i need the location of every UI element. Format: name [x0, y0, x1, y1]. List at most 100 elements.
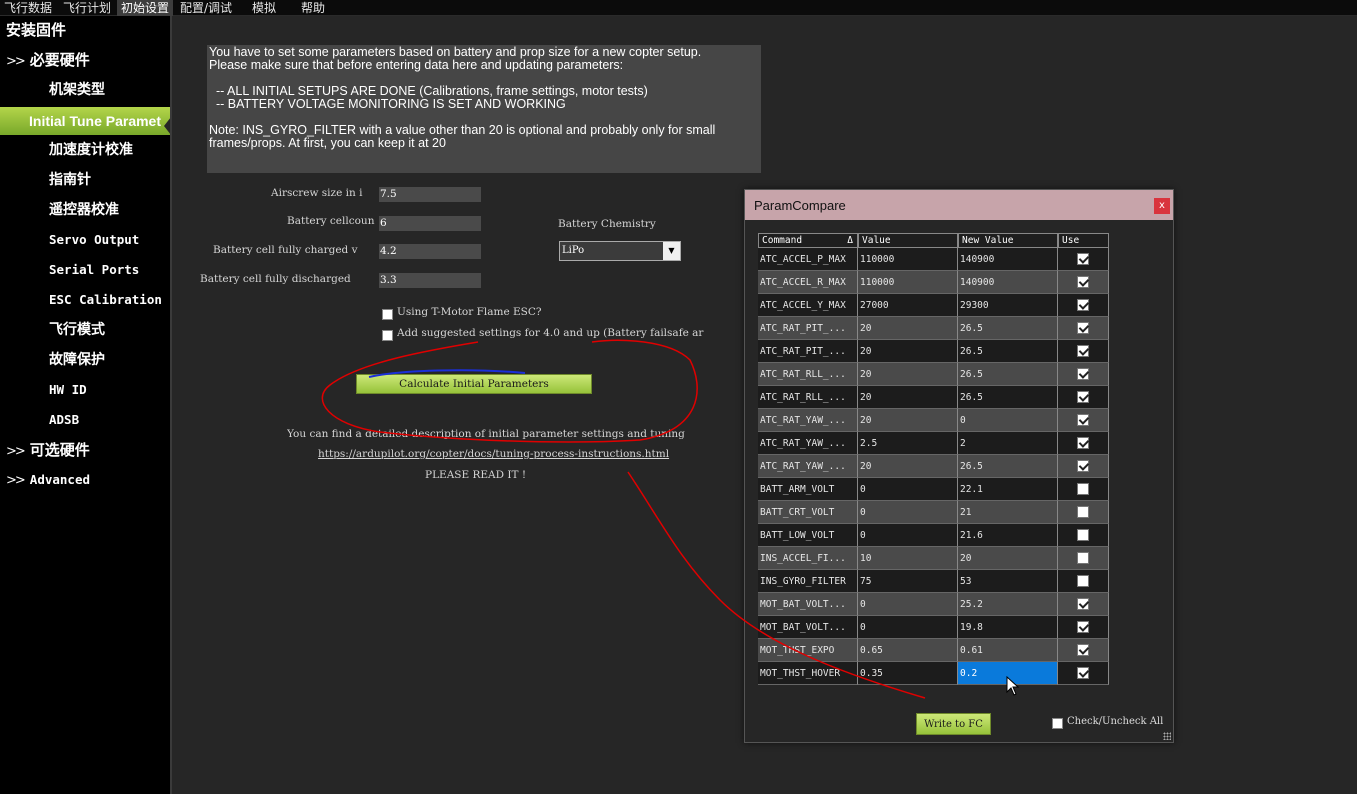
cell-new-value[interactable]: 140900 — [958, 271, 1058, 294]
cell-new-value[interactable]: 26.5 — [958, 455, 1058, 478]
sidebar-item-compass[interactable]: 指南针 — [0, 166, 170, 194]
tmotor-checkbox[interactable] — [382, 309, 393, 320]
use-checkbox[interactable] — [1077, 644, 1089, 656]
chevron-double-right-icon: >> — [6, 444, 26, 459]
use-checkbox[interactable] — [1077, 552, 1089, 564]
sidebar-item-serial-ports[interactable]: Serial Ports — [0, 256, 170, 284]
charged-voltage-input[interactable]: 4.2 — [379, 244, 481, 259]
cell-new-value[interactable]: 0 — [958, 409, 1058, 432]
use-checkbox[interactable] — [1077, 322, 1089, 334]
cell-value: 110000 — [858, 271, 958, 294]
use-checkbox[interactable] — [1077, 529, 1089, 541]
use-checkbox[interactable] — [1077, 276, 1089, 288]
cell-new-value[interactable]: 29300 — [958, 294, 1058, 317]
tuning-instructions-link[interactable]: https://ardupilot.org/copter/docs/tuning… — [318, 448, 669, 460]
sidebar-item-optional-hardware[interactable]: >> 可选硬件 — [0, 436, 170, 464]
cell-new-value[interactable]: 0.61 — [958, 639, 1058, 662]
column-header-new-value[interactable]: New Value — [958, 233, 1058, 248]
cell-new-value[interactable]: 22.1 — [958, 478, 1058, 501]
airscrew-input[interactable]: 7.5 — [379, 187, 481, 202]
sidebar-item-failsafe[interactable]: 故障保护 — [0, 346, 170, 374]
menu-simulation[interactable]: 模拟 — [248, 0, 280, 16]
cell-use — [1058, 409, 1109, 432]
resize-grip-icon[interactable] — [1163, 732, 1171, 740]
use-checkbox[interactable] — [1077, 253, 1089, 265]
sidebar-item-flight-modes[interactable]: 飞行模式 — [0, 316, 170, 344]
sidebar-item-install-firmware[interactable]: 安装固件 — [0, 16, 170, 44]
menu-flight-data[interactable]: 飞行数据 — [0, 0, 56, 16]
cell-new-value[interactable]: 26.5 — [958, 317, 1058, 340]
sidebar-item-advanced[interactable]: >> Advanced — [0, 466, 170, 494]
column-header-use[interactable]: Use — [1058, 233, 1109, 248]
calculate-parameters-button[interactable]: Calculate Initial Parameters — [356, 374, 592, 394]
sidebar-item-frame-type[interactable]: 机架类型 — [0, 76, 170, 104]
use-checkbox[interactable] — [1077, 299, 1089, 311]
use-checkbox[interactable] — [1077, 575, 1089, 587]
use-checkbox[interactable] — [1077, 483, 1089, 495]
setup-instructions: You have to set some parameters based on… — [207, 45, 761, 173]
cellcount-input[interactable]: 6 — [379, 216, 481, 231]
tmotor-label: Using T-Motor Flame ESC? — [397, 306, 542, 318]
use-checkbox[interactable] — [1077, 368, 1089, 380]
cell-command: ATC_ACCEL_P_MAX — [758, 248, 858, 271]
cell-use — [1058, 593, 1109, 616]
sidebar-item-adsb[interactable]: ADSB — [0, 406, 170, 434]
use-checkbox[interactable] — [1077, 598, 1089, 610]
cell-new-value[interactable]: 26.5 — [958, 340, 1058, 363]
cell-command: BATT_ARM_VOLT — [758, 478, 858, 501]
column-header-value[interactable]: Value — [858, 233, 958, 248]
sidebar-item-label: 加速度计校准 — [49, 142, 133, 158]
cell-command: MOT_THST_EXPO — [758, 639, 858, 662]
use-checkbox[interactable] — [1077, 621, 1089, 633]
use-checkbox[interactable] — [1077, 391, 1089, 403]
dropdown-arrow-icon[interactable]: ▼ — [663, 242, 680, 260]
check-all-checkbox[interactable] — [1052, 718, 1063, 729]
use-checkbox[interactable] — [1077, 506, 1089, 518]
sidebar-divider — [170, 16, 172, 794]
cell-command: MOT_BAT_VOLT... — [758, 593, 858, 616]
use-checkbox[interactable] — [1077, 345, 1089, 357]
cellcount-label: Battery cellcoun — [287, 215, 375, 227]
use-checkbox[interactable] — [1077, 460, 1089, 472]
menu-flight-plan[interactable]: 飞行计划 — [59, 0, 115, 16]
suggested-settings-checkbox[interactable] — [382, 330, 393, 341]
discharged-voltage-input[interactable]: 3.3 — [379, 273, 481, 288]
cell-command: MOT_BAT_VOLT... — [758, 616, 858, 639]
sidebar-item-esc-calibration[interactable]: ESC Calibration — [0, 286, 170, 314]
sidebar-item-mandatory-hardware[interactable]: >> 必要硬件 — [0, 46, 170, 74]
cell-new-value[interactable]: 21 — [958, 501, 1058, 524]
battery-chemistry-select[interactable]: LiPo ▼ — [559, 241, 681, 261]
use-checkbox[interactable] — [1077, 437, 1089, 449]
cell-value: 0 — [858, 524, 958, 547]
menu-help[interactable]: 帮助 — [297, 0, 329, 16]
cell-new-value[interactable]: 53 — [958, 570, 1058, 593]
cell-command: ATC_RAT_RLL_... — [758, 363, 858, 386]
write-to-fc-button[interactable]: Write to FC — [916, 713, 991, 735]
menu-initial-setup[interactable]: 初始设置 — [117, 0, 174, 16]
cell-use — [1058, 478, 1109, 501]
column-header-command[interactable]: Command Δ — [758, 233, 858, 248]
sidebar-item-servo-output[interactable]: Servo Output — [0, 226, 170, 254]
cell-value: 20 — [858, 409, 958, 432]
discharged-voltage-label: Battery cell fully discharged — [200, 273, 351, 285]
use-checkbox[interactable] — [1077, 667, 1089, 679]
info-line: Please make sure that before entering da… — [209, 58, 624, 72]
cell-new-value[interactable]: 19.8 — [958, 616, 1058, 639]
sidebar-item-accel-calibration[interactable]: 加速度计校准 — [0, 136, 170, 164]
airscrew-label: Airscrew size in i — [271, 187, 363, 199]
cell-new-value[interactable]: 26.5 — [958, 386, 1058, 409]
cell-use — [1058, 662, 1109, 685]
sidebar-item-label: ADSB — [49, 412, 80, 427]
cell-new-value[interactable]: 26.5 — [958, 363, 1058, 386]
cell-new-value[interactable]: 25.2 — [958, 593, 1058, 616]
sidebar-item-hw-id[interactable]: HW ID — [0, 376, 170, 404]
cell-new-value[interactable]: 21.6 — [958, 524, 1058, 547]
cell-new-value[interactable]: 140900 — [958, 248, 1058, 271]
use-checkbox[interactable] — [1077, 414, 1089, 426]
cell-new-value[interactable]: 20 — [958, 547, 1058, 570]
close-icon[interactable]: x — [1154, 198, 1170, 214]
cell-new-value[interactable]: 2 — [958, 432, 1058, 455]
sidebar-item-radio-calibration[interactable]: 遥控器校准 — [0, 196, 170, 224]
menu-config-tuning[interactable]: 配置/调试 — [176, 0, 236, 16]
sidebar-item-initial-tune[interactable]: Initial Tune Paramet — [0, 107, 170, 135]
